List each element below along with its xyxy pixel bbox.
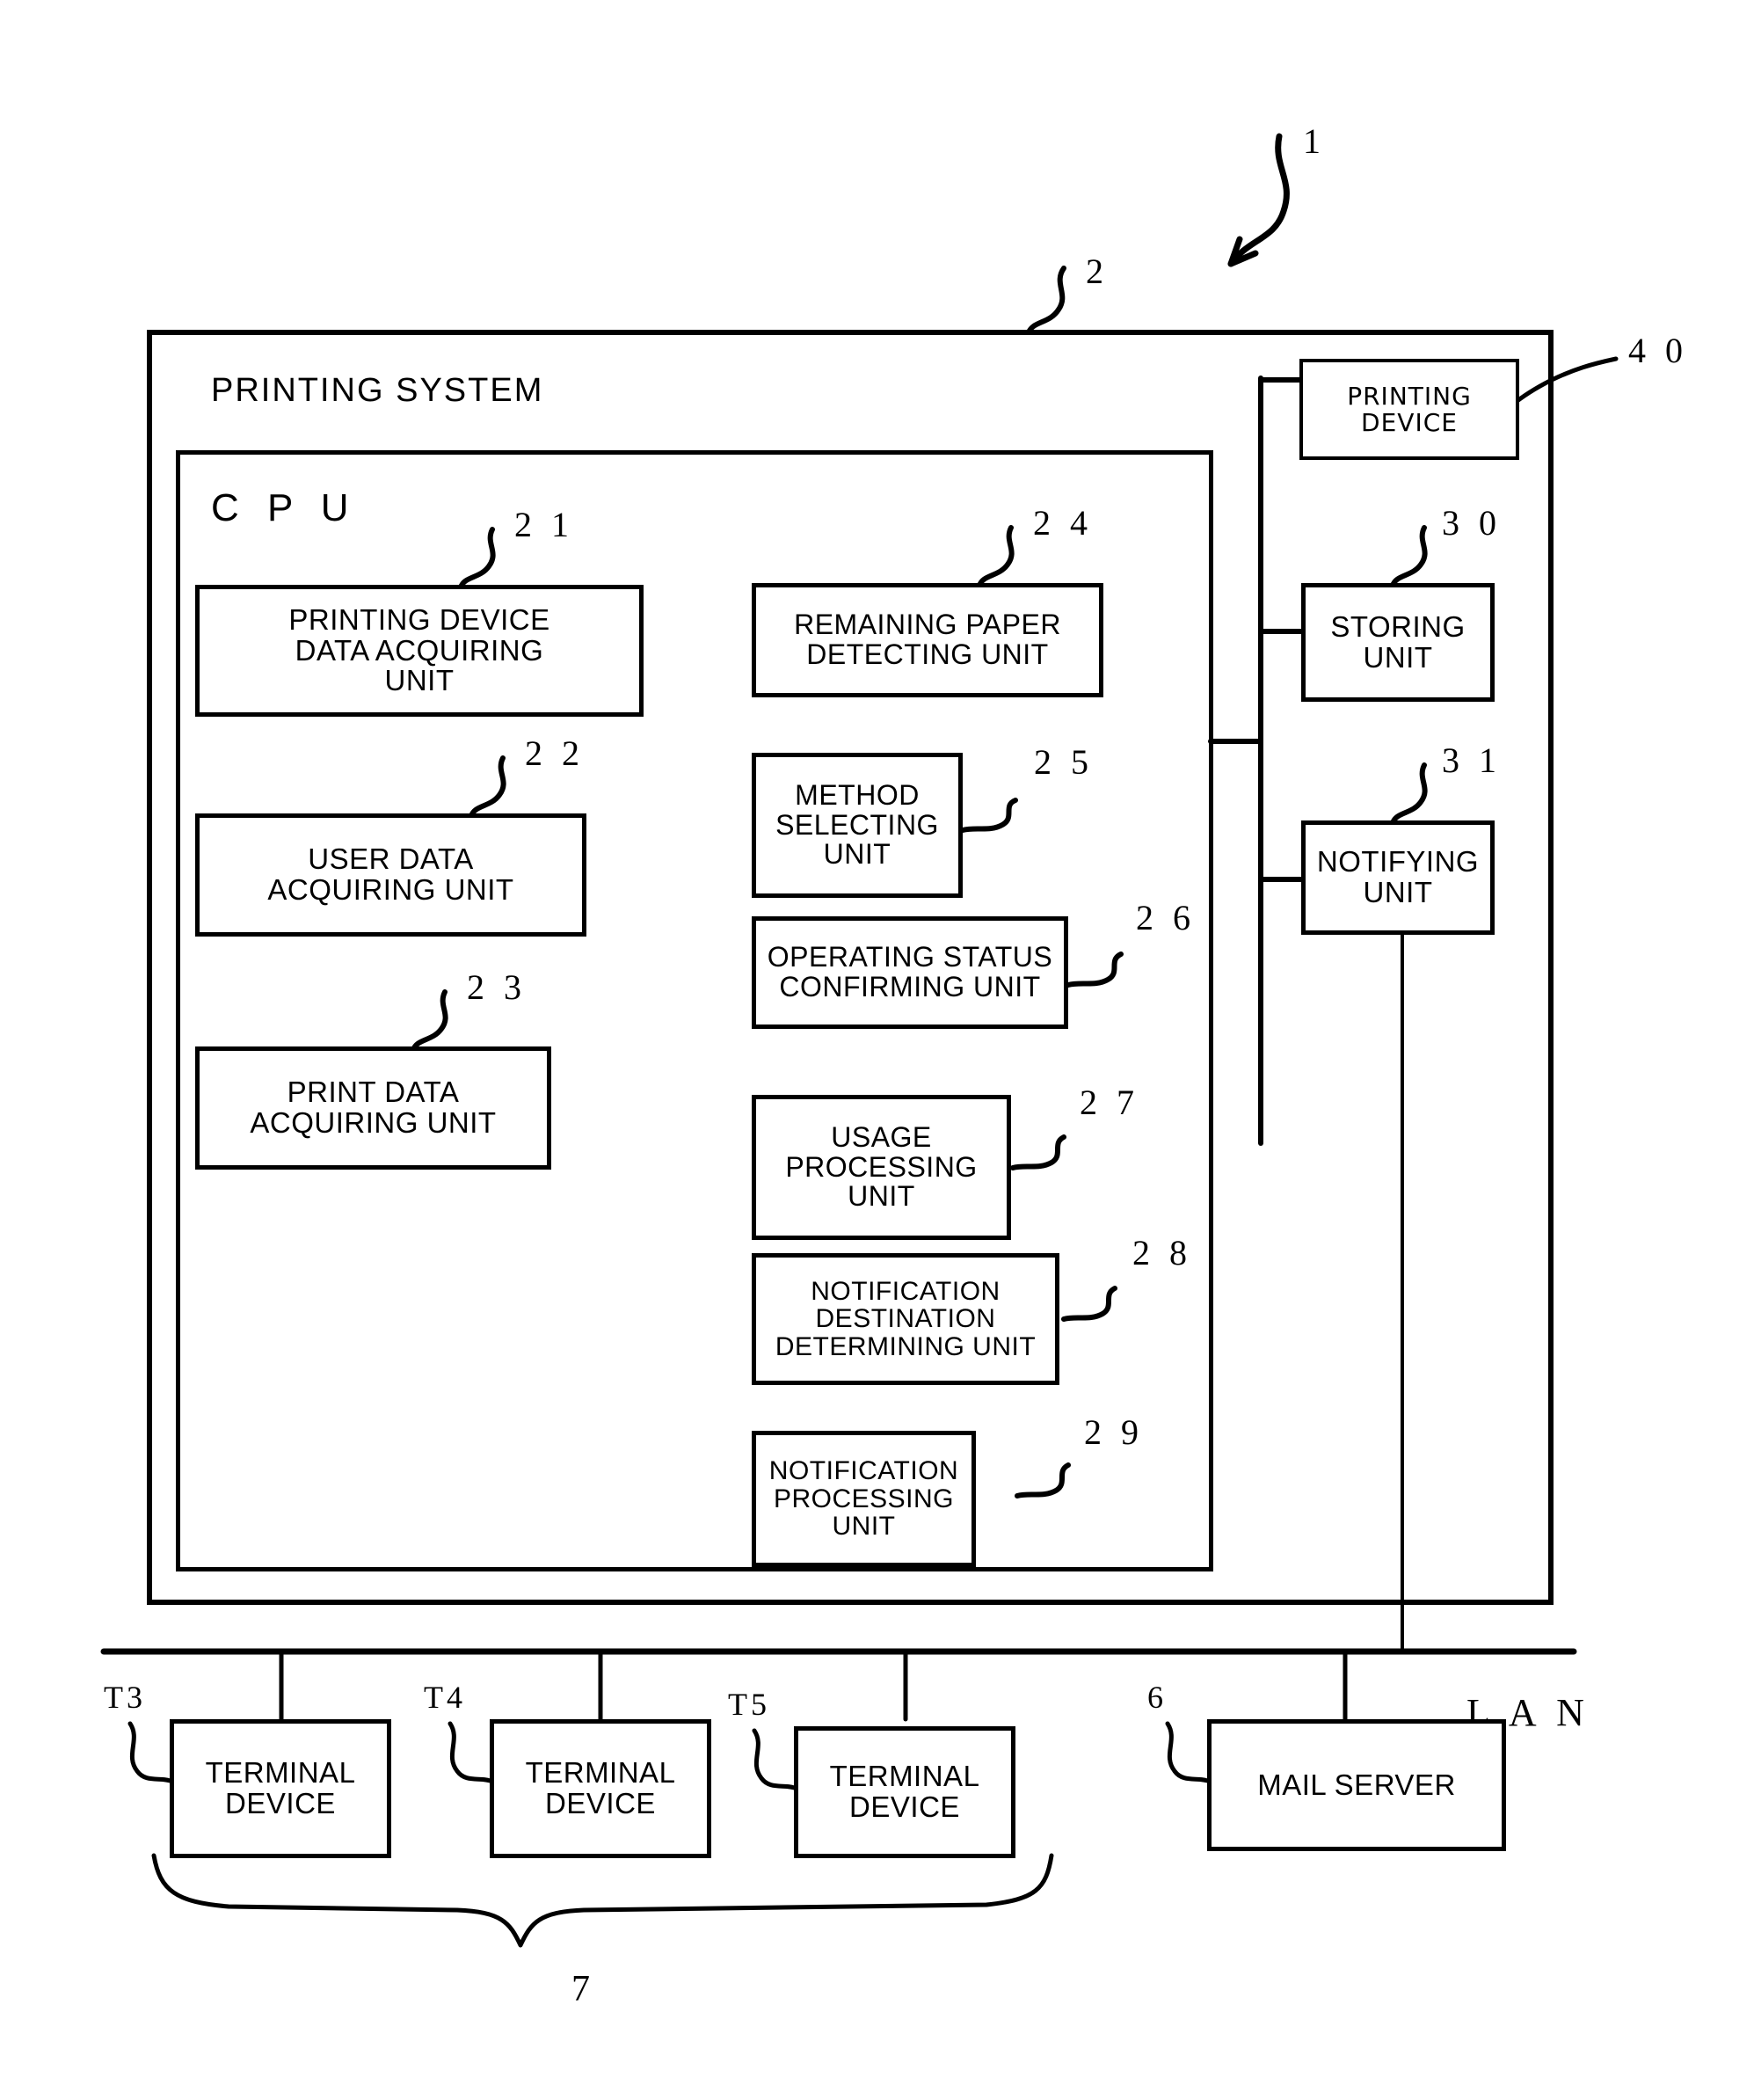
leader-line-t4: [448, 1721, 495, 1784]
reference-number-t5: T5: [728, 1687, 770, 1722]
reference-number-22: 2 2: [525, 733, 585, 773]
reference-number-25: 2 5: [1034, 742, 1094, 782]
reference-number-21: 2 1: [514, 505, 574, 544]
remaining-paper-detecting-unit-box: REMAINING PAPER DETECTING UNIT: [752, 583, 1103, 697]
reference-number-26: 2 6: [1136, 898, 1196, 937]
printing-system-title: PRINTING SYSTEM: [211, 372, 544, 409]
mail-server-box: MAIL SERVER: [1207, 1719, 1506, 1851]
print-data-acquiring-unit-box: PRINT DATA ACQUIRING UNIT: [195, 1046, 551, 1170]
notifying-unit-label: NOTIFYING UNIT: [1316, 845, 1480, 908]
leader-line-mail-server: [1165, 1721, 1212, 1784]
reference-number-24: 2 4: [1033, 503, 1093, 543]
terminal-device-label-t4: TERMINAL DEVICE: [525, 1756, 676, 1819]
terminal-device-box-t5: TERMINAL DEVICE: [794, 1726, 1015, 1858]
notification-destination-determining-unit-box: NOTIFICATION DESTINATION DETERMINING UNI…: [752, 1253, 1059, 1385]
reference-number-1: 1: [1303, 121, 1326, 161]
reference-number-29: 2 9: [1084, 1412, 1144, 1452]
storing-unit-label: STORING UNIT: [1330, 609, 1466, 674]
printing-device-data-acquiring-unit-box: PRINTING DEVICE DATA ACQUIRING UNIT: [195, 585, 644, 717]
reference-number-t3: T3: [104, 1680, 146, 1715]
figure-canvas: PRINTING SYSTEM C P U 1 2 4 0 PRINTING D…: [0, 0, 1761, 2100]
terminal-group-brace: [151, 1853, 1054, 1948]
reference-number-t4: T4: [424, 1680, 466, 1715]
reference-number-2: 2: [1086, 252, 1109, 291]
reference-number-27: 2 7: [1080, 1083, 1139, 1122]
reference-number-40: 4 0: [1628, 331, 1688, 370]
leader-line-t5: [752, 1728, 799, 1791]
method-selecting-unit-box: METHOD SELECTING UNIT: [752, 753, 963, 898]
reference-number-30: 3 0: [1442, 503, 1502, 543]
terminal-device-label-t3: TERMINAL DEVICE: [205, 1756, 356, 1819]
mail-server-label: MAIL SERVER: [1257, 1768, 1456, 1801]
storing-unit-box: STORING UNIT: [1301, 583, 1495, 702]
operating-status-confirming-unit-label: OPERATING STATUS CONFIRMING UNIT: [767, 941, 1053, 1003]
leader-line-printing-system: [1026, 266, 1066, 335]
notification-processing-unit-box: NOTIFICATION PROCESSING UNIT: [752, 1431, 976, 1567]
printing-device-data-acquiring-unit-label: PRINTING DEVICE DATA ACQUIRING UNIT: [288, 603, 550, 697]
leader-line-t3: [127, 1721, 175, 1784]
terminal-device-box-t3: TERMINAL DEVICE: [170, 1719, 391, 1858]
terminal-device-box-t4: TERMINAL DEVICE: [490, 1719, 711, 1858]
notification-destination-determining-unit-label: NOTIFICATION DESTINATION DETERMINING UNI…: [775, 1276, 1037, 1361]
reference-number-23: 2 3: [467, 967, 527, 1007]
user-data-acquiring-unit-box: USER DATA ACQUIRING UNIT: [195, 813, 586, 937]
leader-line-system: [1227, 133, 1290, 267]
remaining-paper-detecting-unit-label: REMAINING PAPER DETECTING UNIT: [794, 609, 1061, 670]
notification-processing-unit-label: NOTIFICATION PROCESSING UNIT: [768, 1456, 959, 1542]
reference-number-6: 6: [1147, 1680, 1167, 1715]
method-selecting-unit-label: METHOD SELECTING UNIT: [775, 779, 939, 871]
reference-number-28: 2 8: [1132, 1233, 1192, 1272]
arrowhead-system: [1227, 236, 1259, 267]
usage-processing-unit-label: USAGE PROCESSING UNIT: [785, 1121, 978, 1213]
reference-number-31: 3 1: [1442, 740, 1502, 780]
print-data-acquiring-unit-label: PRINT DATA ACQUIRING UNIT: [250, 1076, 497, 1139]
notifying-unit-box: NOTIFYING UNIT: [1301, 820, 1495, 935]
usage-processing-unit-box: USAGE PROCESSING UNIT: [752, 1095, 1011, 1240]
operating-status-confirming-unit-box: OPERATING STATUS CONFIRMING UNIT: [752, 916, 1068, 1029]
user-data-acquiring-unit-label: USER DATA ACQUIRING UNIT: [267, 842, 514, 906]
printing-device-box: PRINTING DEVICE: [1299, 359, 1519, 460]
printing-device-label: PRINTING DEVICE: [1347, 382, 1472, 437]
cpu-title: C P U: [211, 486, 358, 529]
terminal-group-label: 7: [571, 1969, 590, 2009]
terminal-device-label-t5: TERMINAL DEVICE: [829, 1760, 980, 1823]
